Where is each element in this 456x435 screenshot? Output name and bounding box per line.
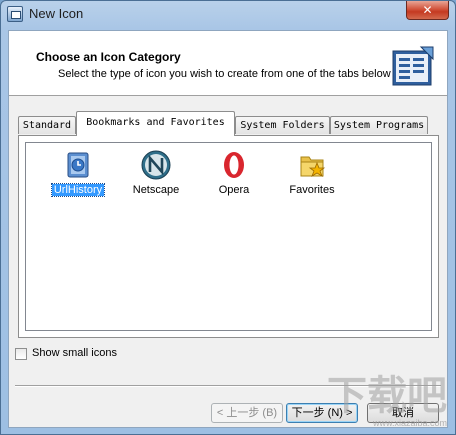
app-icon xyxy=(7,6,23,22)
watermark-url: www.xiazaiba.com xyxy=(372,418,447,428)
category-tabs: Standard Bookmarks and Favorites System … xyxy=(18,111,438,136)
back-button[interactable]: < 上一步 (B) xyxy=(211,403,283,423)
list-item-favorites[interactable]: Favorites xyxy=(280,147,344,199)
tab-system-programs[interactable]: System Programs xyxy=(330,116,428,134)
url-history-icon xyxy=(67,152,89,178)
wizard-book-icon xyxy=(392,46,434,86)
tab-panel: UrlHistory Netscape Opera Favorites xyxy=(18,135,439,338)
window-title: New Icon xyxy=(29,6,84,21)
list-item-urlhistory[interactable]: UrlHistory xyxy=(46,147,110,199)
list-item-netscape[interactable]: Netscape xyxy=(124,147,188,199)
tab-system-folders[interactable]: System Folders xyxy=(235,116,330,134)
header-title: Choose an Icon Category xyxy=(36,50,181,64)
item-label: Opera xyxy=(218,184,250,196)
header-subtitle: Select the type of icon you wish to crea… xyxy=(58,68,391,80)
watermark-logo: 下载吧 www.xiazaiba.com xyxy=(307,374,447,428)
dialog-client: Choose an Icon Category Select the type … xyxy=(8,30,448,428)
favorites-folder-icon xyxy=(300,156,326,177)
tab-standard[interactable]: Standard xyxy=(18,116,76,134)
item-label: UrlHistory xyxy=(50,183,106,197)
list-item-opera[interactable]: Opera xyxy=(202,147,266,199)
wizard-header: Choose an Icon Category Select the type … xyxy=(9,31,447,96)
item-label: Netscape xyxy=(132,184,180,196)
close-button[interactable]: ✕ xyxy=(406,1,449,20)
show-small-icons-checkbox[interactable] xyxy=(15,348,27,360)
show-small-icons-label: Show small icons xyxy=(32,347,117,359)
opera-icon xyxy=(224,152,244,178)
new-icon-window: New Icon ✕ Choose an Icon Category Selec… xyxy=(0,0,456,435)
tab-bookmarks-and-favorites[interactable]: Bookmarks and Favorites xyxy=(76,111,235,136)
title-bar[interactable]: New Icon ✕ xyxy=(1,1,455,28)
netscape-icon xyxy=(141,150,171,180)
watermark-text: 下载吧 xyxy=(327,374,447,418)
item-label: Favorites xyxy=(289,184,335,196)
icon-list[interactable]: UrlHistory Netscape Opera Favorites xyxy=(25,142,432,331)
